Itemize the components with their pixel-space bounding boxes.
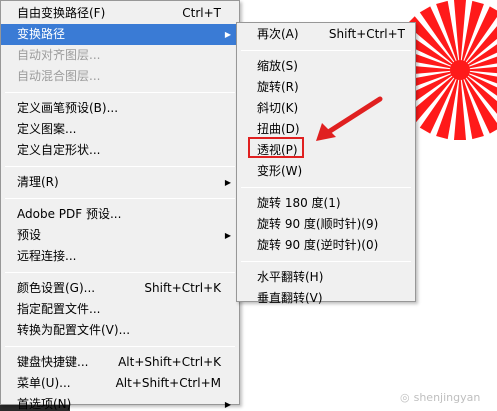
menu-item-label: 旋转 90 度(逆时针)(0) — [257, 238, 379, 252]
transform-path-submenu: 再次(A) Shift+Ctrl+T 缩放(S) 旋转(R) 斜切(K) 扭曲(… — [236, 22, 416, 305]
watermark-text: shenjingyan — [413, 390, 481, 404]
menu-item-define-pattern[interactable]: 定义图案... — [1, 119, 239, 140]
menu-item-preferences[interactable]: 首选项(N) ▶ — [1, 394, 239, 411]
menu-item-label: 指定配置文件... — [17, 302, 101, 316]
submenu-item-flip-vertical[interactable]: 垂直翻转(V) — [237, 288, 415, 309]
annotation-highlight-box — [248, 137, 304, 158]
menu-item-label: 垂直翻转(V) — [257, 291, 323, 305]
submenu-item-flip-horizontal[interactable]: 水平翻转(H) — [237, 267, 415, 288]
red-arrow-icon — [316, 96, 383, 141]
menu-item-label: 键盘快捷键... — [17, 355, 89, 369]
menu-item-auto-blend-layers[interactable]: 自动混合图层... — [1, 66, 239, 87]
watermark-logo-icon: ◎ — [400, 390, 410, 404]
menu-item-purge[interactable]: 清理(R) ▶ — [1, 172, 239, 193]
menu-item-label: 首选项(N) — [17, 397, 72, 411]
submenu-item-warp[interactable]: 变形(W) — [237, 161, 415, 182]
menu-item-color-settings[interactable]: 颜色设置(G)... Shift+Ctrl+K — [1, 278, 239, 299]
submenu-item-rotate-90-ccw[interactable]: 旋转 90 度(逆时针)(0) — [237, 235, 415, 256]
menu-item-label: 颜色设置(G)... — [17, 281, 96, 295]
menu-item-label: 变换路径 — [17, 27, 66, 41]
menu-item-transform-path[interactable]: 变换路径 ▶ — [1, 24, 239, 45]
menu-item-label: 远程连接... — [17, 249, 77, 263]
menu-item-label: 再次(A) — [257, 27, 299, 41]
triangle-right-icon: ▶ — [224, 178, 231, 187]
edit-menu: 自由变换路径(F) Ctrl+T 变换路径 ▶ 自动对齐图层... 自动混合图层… — [0, 0, 240, 411]
menu-item-label: 清理(R) — [17, 175, 59, 189]
menu-item-keyboard-shortcuts[interactable]: 键盘快捷键... Alt+Shift+Ctrl+K — [1, 352, 239, 373]
menu-item-label: 缩放(S) — [257, 59, 298, 73]
menu-item-shortcut: Ctrl+T — [182, 6, 221, 20]
menu-item-label: 旋转 90 度(顺时针)(9) — [257, 217, 379, 231]
menu-item-label: 定义画笔预设(B)... — [17, 101, 119, 115]
menu-separator — [5, 166, 235, 167]
menu-separator — [5, 198, 235, 199]
menu-item-label: 自由变换路径(F) — [17, 6, 106, 20]
triangle-right-icon: ▶ — [224, 400, 231, 409]
submenu-item-again[interactable]: 再次(A) Shift+Ctrl+T — [237, 24, 415, 45]
menu-separator — [5, 272, 235, 273]
menu-item-label: 水平翻转(H) — [257, 270, 324, 284]
menu-separator — [241, 50, 411, 51]
submenu-item-rotate-180[interactable]: 旋转 180 度(1) — [237, 193, 415, 214]
menu-item-shortcut: Shift+Ctrl+T — [328, 27, 405, 41]
menu-item-label: 定义自定形状... — [17, 143, 101, 157]
menu-item-free-transform-path[interactable]: 自由变换路径(F) Ctrl+T — [1, 3, 239, 24]
menu-separator — [5, 92, 235, 93]
menu-item-label: 旋转(R) — [257, 80, 299, 94]
menu-item-label: 斜切(K) — [257, 101, 299, 115]
menu-item-label: 旋转 180 度(1) — [257, 196, 341, 210]
menu-item-shortcut: Shift+Ctrl+K — [144, 281, 221, 295]
submenu-item-rotate-90-cw[interactable]: 旋转 90 度(顺时针)(9) — [237, 214, 415, 235]
menu-separator — [241, 261, 411, 262]
menu-item-label: 自动混合图层... — [17, 69, 101, 83]
menu-item-label: 定义图案... — [17, 122, 77, 136]
menu-item-adobe-pdf-presets[interactable]: Adobe PDF 预设... — [1, 204, 239, 225]
menu-item-auto-align-layers[interactable]: 自动对齐图层... — [1, 45, 239, 66]
menu-item-label: 转换为配置文件(V)... — [17, 323, 131, 337]
watermark: ◎ shenjingyan — [400, 385, 497, 409]
menu-item-define-brush-preset[interactable]: 定义画笔预设(B)... — [1, 98, 239, 119]
menu-item-remote-connections[interactable]: 远程连接... — [1, 246, 239, 267]
menu-item-shortcut: Alt+Shift+Ctrl+K — [118, 355, 221, 369]
menu-separator — [241, 187, 411, 188]
menu-separator — [5, 346, 235, 347]
submenu-item-scale[interactable]: 缩放(S) — [237, 56, 415, 77]
menu-item-label: 自动对齐图层... — [17, 48, 101, 62]
menu-item-assign-profile[interactable]: 指定配置文件... — [1, 299, 239, 320]
menu-item-label: 变形(W) — [257, 164, 303, 178]
menu-item-convert-to-profile[interactable]: 转换为配置文件(V)... — [1, 320, 239, 341]
menu-item-label: Adobe PDF 预设... — [17, 207, 122, 221]
menu-item-label: 菜单(U)... — [17, 376, 71, 390]
triangle-right-icon: ▶ — [224, 30, 231, 39]
menu-item-define-custom-shape[interactable]: 定义自定形状... — [1, 140, 239, 161]
triangle-right-icon: ▶ — [224, 231, 231, 240]
menu-item-menus[interactable]: 菜单(U)... Alt+Shift+Ctrl+M — [1, 373, 239, 394]
menu-item-label: 预设 — [17, 228, 42, 242]
menu-item-shortcut: Alt+Shift+Ctrl+M — [115, 376, 221, 390]
menu-item-presets[interactable]: 预设 ▶ — [1, 225, 239, 246]
